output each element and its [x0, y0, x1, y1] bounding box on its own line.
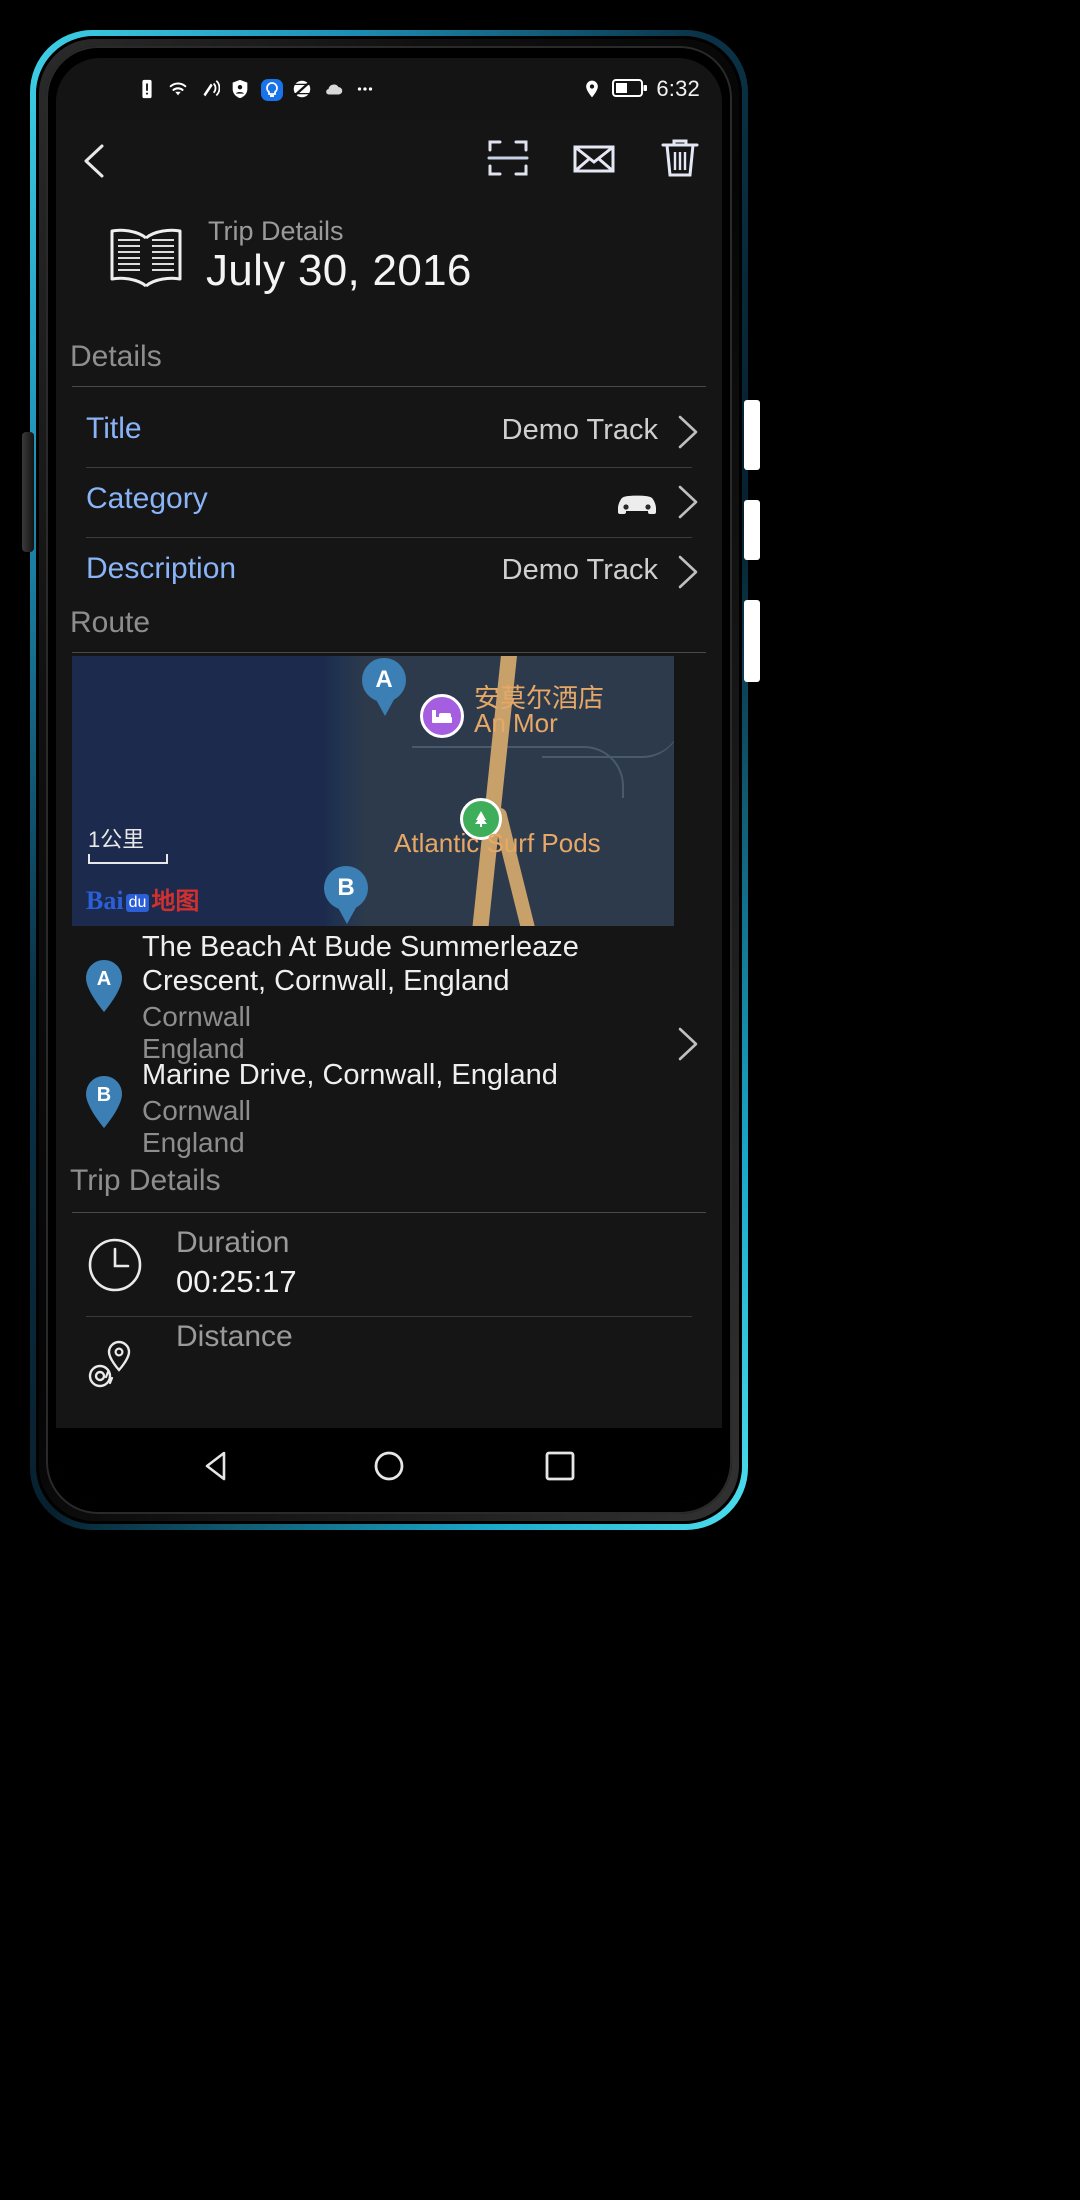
- chevron-right-icon: [670, 552, 704, 592]
- map-marker-a-tip: [374, 696, 396, 716]
- sim-alert-icon: [136, 78, 158, 100]
- trip-details-section-label: Trip Details: [70, 1164, 221, 1197]
- svg-text:A: A: [97, 968, 111, 990]
- trash-icon[interactable]: [656, 134, 704, 182]
- map-attribution-badge: du: [125, 894, 150, 912]
- content-fade: [56, 1418, 722, 1428]
- scan-icon[interactable]: [484, 134, 532, 182]
- svg-text:B: B: [97, 1084, 111, 1106]
- trip-details-section-header: Trip Details: [56, 1164, 722, 1216]
- status-bar-right: 6:32: [582, 58, 700, 120]
- side-button-1[interactable]: [744, 400, 760, 470]
- duration-value: 00:25:17: [176, 1264, 297, 1299]
- side-button-3[interactable]: [744, 600, 760, 682]
- triangle-back-icon[interactable]: [196, 1444, 240, 1488]
- route-section-header: Route: [56, 606, 722, 658]
- route-b-secondary-2: England: [142, 1127, 245, 1158]
- route-marker-a: A: [82, 958, 126, 1014]
- row-description[interactable]: Description Demo Track: [56, 538, 722, 608]
- wifi-icon: [167, 78, 189, 100]
- battery-icon: [612, 78, 648, 100]
- status-bar: 6:32: [56, 58, 722, 120]
- cloud-icon: [322, 78, 344, 100]
- duration-divider: [86, 1316, 692, 1317]
- map-poi-hotel-en: An Mor: [474, 708, 558, 738]
- status-bar-left-icons: [136, 58, 375, 120]
- status-bar-clock: 6:32: [656, 76, 700, 101]
- shield-person-icon: [229, 78, 251, 100]
- route-divider: [72, 652, 706, 653]
- map-marker-b-tip: [336, 904, 358, 924]
- chevron-right-icon: [670, 482, 704, 522]
- back-button[interactable]: [72, 138, 118, 184]
- route-marker-b: B: [82, 1074, 126, 1130]
- row-title[interactable]: Title Demo Track: [56, 398, 722, 468]
- map-attribution-brand: Bai: [86, 886, 124, 915]
- mail-icon[interactable]: [570, 134, 618, 182]
- book-icon: [104, 218, 188, 302]
- distance-pin-icon: [86, 1334, 144, 1392]
- square-recents-icon[interactable]: [538, 1444, 582, 1488]
- route-a-primary: The Beach At Bude Summerleaze Crescent, …: [142, 931, 579, 997]
- clock-icon: [86, 1236, 144, 1294]
- system-nav-bar: [56, 1428, 722, 1502]
- route-b-primary: Marine Drive, Cornwall, England: [142, 1059, 558, 1091]
- map-scale-bar: [88, 854, 168, 864]
- map-marker-b[interactable]: B: [324, 866, 370, 924]
- car-icon: [614, 486, 660, 520]
- distance-label: Distance: [176, 1320, 293, 1353]
- map-scale-label: 1公里: [88, 827, 145, 852]
- row-title-label: Title: [86, 412, 142, 445]
- map-attribution-cn: 地图: [151, 888, 200, 915]
- volume-button[interactable]: [22, 432, 34, 552]
- bulb-icon: [260, 78, 283, 101]
- trip-subtitle: Trip Details: [208, 216, 344, 246]
- route-b-secondary-1: Cornwall: [142, 1095, 251, 1126]
- row-category-label: Category: [86, 482, 208, 515]
- map-poi-camp-en: Atlantic Surf Pods: [394, 828, 601, 858]
- app-bar: [56, 120, 722, 202]
- side-button-2[interactable]: [744, 500, 760, 560]
- row-category[interactable]: Category: [56, 468, 722, 538]
- app-bar-actions: [484, 134, 704, 182]
- phone-screen: 6:32 Trip Details July 30, 2016 Details …: [56, 58, 722, 1502]
- route-map[interactable]: A 安莫尔酒店 An Mor Atlantic Surf Pods B 1公里 …: [72, 656, 674, 926]
- vibrate-icon: [198, 78, 221, 100]
- details-section-label: Details: [70, 340, 162, 373]
- hotel-icon[interactable]: [420, 694, 464, 738]
- route-section-label: Route: [70, 606, 151, 639]
- route-a-secondary-1: Cornwall: [142, 1001, 251, 1032]
- details-divider: [72, 386, 706, 387]
- row-description-label: Description: [86, 552, 237, 585]
- trip-detail-duration[interactable]: Duration 00:25:17: [56, 1226, 722, 1318]
- page-title: July 30, 2016: [206, 246, 472, 295]
- chevron-right-icon: [670, 412, 704, 452]
- map-marker-a[interactable]: A: [362, 658, 408, 716]
- globe-slash-icon: [291, 78, 313, 100]
- map-attribution: Bai du 地图: [86, 881, 199, 916]
- more-icon: [353, 78, 375, 100]
- route-list-item-b[interactable]: B Marine Drive, Cornwall, England Cornwa…: [56, 1058, 722, 1168]
- row-description-value: Demo Track: [501, 554, 658, 586]
- trip-details-divider: [72, 1212, 706, 1213]
- map-minor-road-2: [542, 716, 674, 758]
- trip-detail-distance[interactable]: Distance: [56, 1320, 722, 1410]
- route-list-item-a[interactable]: A The Beach At Bude Summerleaze Crescent…: [56, 930, 722, 1064]
- trip-header: Trip Details July 30, 2016: [56, 208, 722, 328]
- details-section-header: Details: [56, 340, 722, 390]
- duration-label: Duration: [176, 1226, 290, 1259]
- screenshot-root: 6:32 Trip Details July 30, 2016 Details …: [0, 0, 1080, 2200]
- circle-home-icon[interactable]: [367, 1444, 411, 1488]
- location-icon: [582, 78, 604, 100]
- row-title-value: Demo Track: [501, 414, 658, 446]
